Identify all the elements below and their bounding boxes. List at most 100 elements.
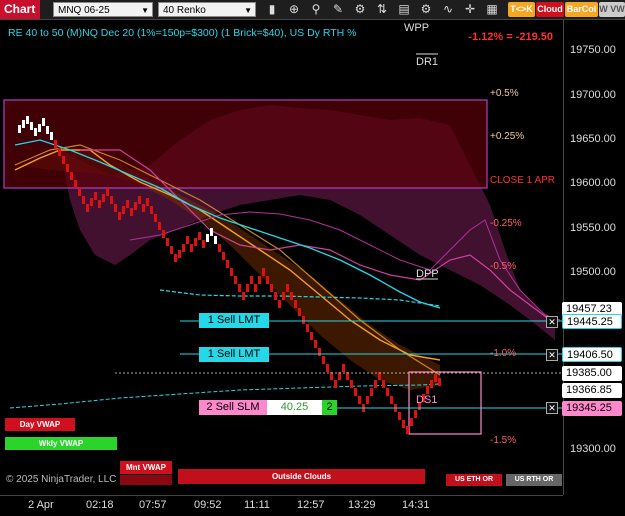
us-eth-or-button[interactable]: US ETH OR — [446, 474, 502, 486]
renko-brick — [290, 292, 293, 300]
renko-brick — [18, 125, 21, 133]
renko-brick — [282, 292, 285, 300]
renko-brick — [298, 308, 301, 316]
close-order-icon[interactable]: ✕ — [546, 316, 558, 328]
renko-brick — [42, 118, 45, 126]
crosshair-icon[interactable]: ✛ — [462, 1, 478, 18]
chart-trader-icon[interactable]: ▦ — [484, 1, 500, 18]
renko-brick — [350, 380, 353, 388]
w-vwap-button[interactable]: W VW — [599, 2, 625, 17]
time-tick: 11:11 — [244, 499, 270, 511]
renko-brick — [370, 388, 373, 396]
renko-brick — [50, 132, 53, 140]
renko-brick — [214, 236, 217, 244]
cloud-button[interactable]: Cloud — [536, 2, 564, 17]
price-tag-last: 19385.00 — [562, 366, 622, 381]
barcol-label: BarCol — [566, 4, 597, 14]
sell-limit-order-1[interactable]: 1 Sell LMT — [199, 313, 269, 328]
renko-brick — [246, 284, 249, 292]
renko-brick — [146, 198, 149, 206]
pct-level: -0.25% — [490, 218, 522, 229]
outside-clouds-button[interactable]: Outside Clouds — [178, 469, 425, 484]
data-box-icon[interactable]: ▤ — [396, 1, 412, 18]
renko-brick — [226, 260, 229, 268]
renko-brick — [410, 418, 413, 426]
pct-level: -1.5% — [490, 435, 517, 446]
close-label: CLOSE 1 APR — [490, 175, 556, 186]
zoom-in-icon[interactable]: ⊕ — [286, 1, 302, 18]
chart-info-text: RE 40 to 50 (M)NQ Dec 20 (1%=150p=$300) … — [8, 27, 357, 39]
sell-limit-order-2[interactable]: 1 Sell LMT — [199, 347, 269, 362]
renko-brick — [358, 396, 361, 404]
pct-level: +0.5% — [490, 88, 519, 99]
renko-brick — [430, 380, 433, 388]
renko-brick — [326, 364, 329, 372]
chart-tab[interactable]: Chart — [0, 0, 40, 19]
time-axis[interactable] — [0, 495, 563, 516]
day-vwap-button[interactable]: Day VWAP — [5, 418, 75, 431]
renko-brick — [94, 192, 97, 200]
renko-brick — [178, 250, 181, 258]
time-tick: 12:57 — [297, 499, 325, 511]
renko-brick — [354, 388, 357, 396]
renko-brick — [90, 198, 93, 206]
barcol-button[interactable]: BarCol — [565, 2, 598, 17]
sell-stop-order[interactable]: 2 Sell SLM — [199, 400, 267, 415]
pivot-wpp-label: WPP — [404, 22, 430, 34]
pct-level: +0.25% — [490, 131, 525, 142]
settings-icon[interactable]: ✎ — [330, 1, 346, 18]
renko-brick — [66, 164, 69, 172]
renko-brick — [110, 196, 113, 204]
time-tick: 09:52 — [194, 499, 222, 511]
renko-brick — [402, 420, 405, 428]
renko-brick — [374, 380, 377, 388]
sell-stop-qty[interactable]: 2 — [322, 400, 337, 415]
renko-brick — [114, 204, 117, 212]
previous-day-range-box — [3, 99, 488, 189]
price-tick: 19600.00 — [570, 177, 616, 189]
renko-brick — [294, 300, 297, 308]
pivot-ds1-label: DS1 — [416, 394, 438, 406]
renko-brick — [122, 206, 125, 214]
chart-plot-area[interactable] — [0, 20, 563, 495]
renko-brick — [78, 188, 81, 196]
drawing-tool-icon[interactable]: ∿ — [440, 1, 456, 18]
renko-brick — [406, 426, 409, 434]
us-rth-or-button[interactable]: US RTH OR — [506, 474, 562, 486]
renko-brick — [46, 126, 49, 134]
zoom-search-icon[interactable]: ⚲ — [308, 1, 324, 18]
trades-icon[interactable]: ⇅ — [374, 1, 390, 18]
renko-brick — [166, 238, 169, 246]
wkly-vwap-button[interactable]: Wkly VWAP — [5, 437, 117, 450]
properties-icon[interactable]: ⚙ — [418, 1, 434, 18]
renko-brick — [254, 284, 257, 292]
renko-brick — [202, 240, 205, 248]
renko-brick — [234, 276, 237, 284]
bar-chart-icon[interactable]: ▮ — [264, 1, 280, 18]
renko-brick — [278, 300, 281, 308]
renko-brick — [54, 140, 57, 148]
price-tick: 19700.00 — [570, 89, 616, 101]
pct-level: -0.5% — [490, 261, 517, 272]
sell-stop-price[interactable]: 40.25 — [267, 400, 322, 415]
renko-brick — [74, 180, 77, 188]
renko-brick — [266, 276, 269, 284]
renko-brick — [426, 386, 429, 394]
instrument-select[interactable]: MNQ 06-25 ▼ — [53, 2, 153, 17]
time-tick: 02:18 — [86, 499, 114, 511]
renko-brick — [286, 284, 289, 292]
copyright-text: © 2025 NinjaTrader, LLC — [6, 474, 117, 485]
pnl-readout: -1.12% = -219.50 — [468, 31, 553, 43]
close-order-icon[interactable]: ✕ — [546, 349, 558, 361]
price-tick: 19650.00 — [570, 133, 616, 145]
renko-brick — [218, 244, 221, 252]
renko-brick — [274, 292, 277, 300]
time-tick: 13:29 — [348, 499, 376, 511]
mnt-vwap-button[interactable]: Mnt VWAP — [120, 461, 172, 474]
renko-brick — [58, 148, 61, 156]
renko-brick — [38, 124, 41, 132]
bar-type-select[interactable]: 40 Renko ▼ — [158, 2, 256, 17]
time-kijun-button[interactable]: T<>K — [508, 2, 535, 17]
close-order-icon[interactable]: ✕ — [546, 402, 558, 414]
strategy-icon[interactable]: ⚙ — [352, 1, 368, 18]
